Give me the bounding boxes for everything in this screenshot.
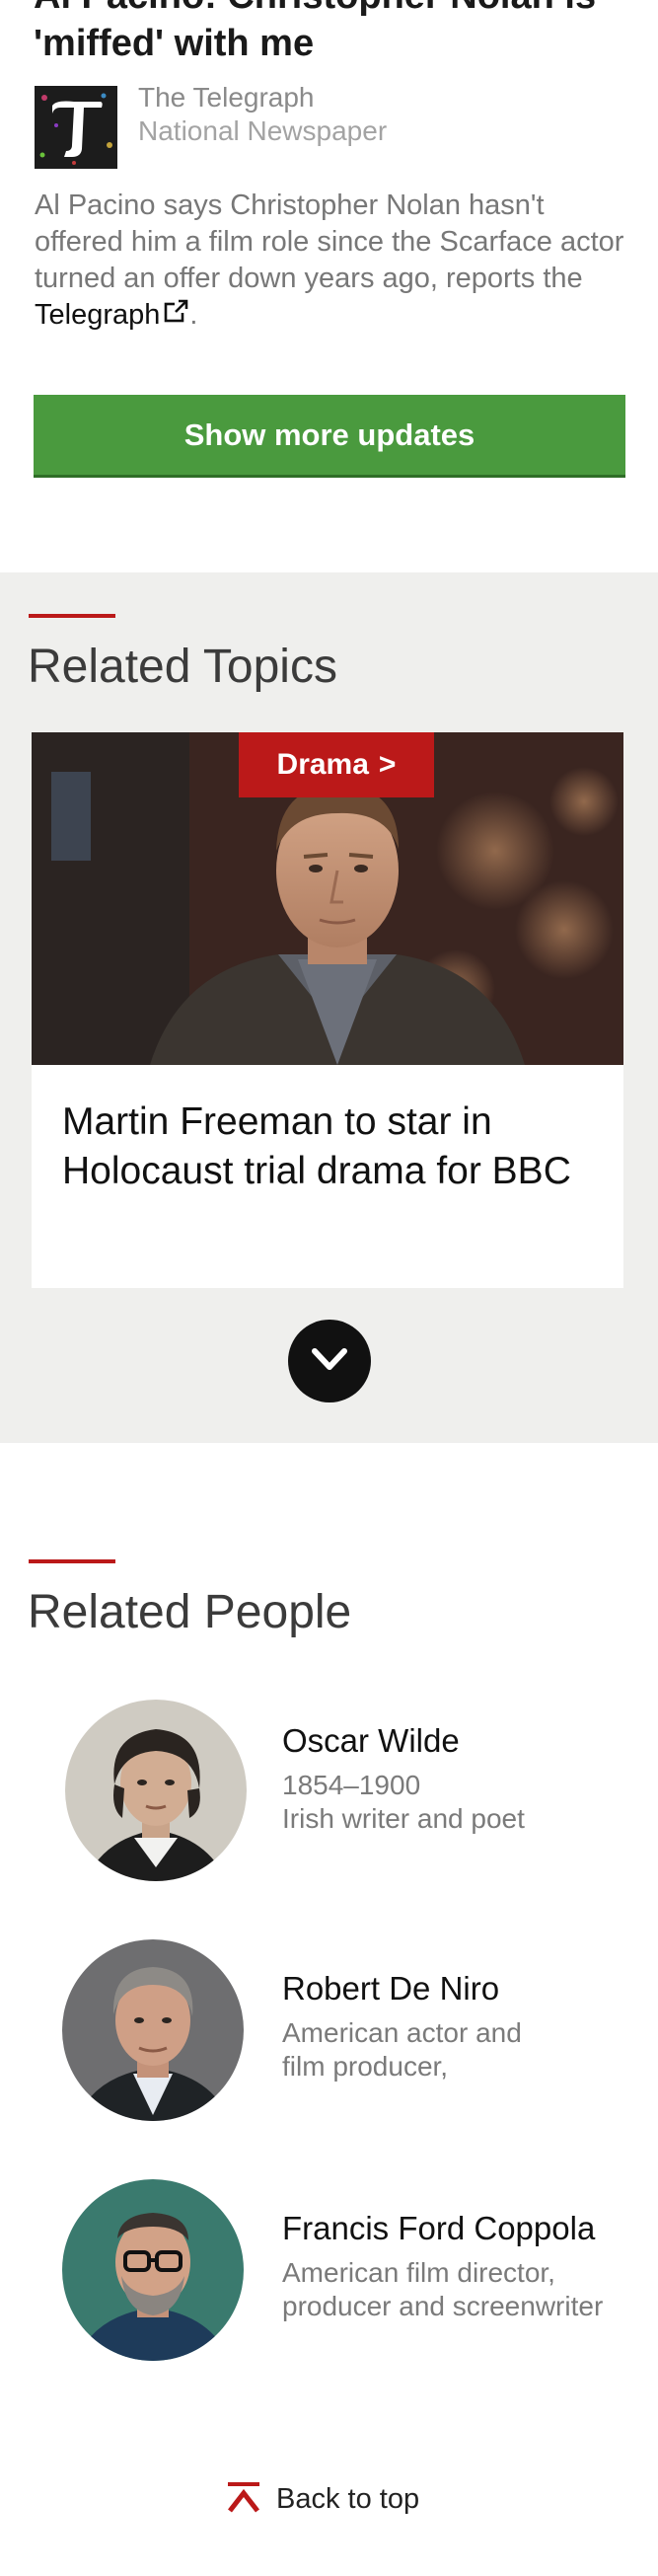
back-to-top-label: Back to top	[276, 2482, 420, 2515]
topic-headline[interactable]: Martin Freeman to star in Holocaust tria…	[62, 1098, 595, 1196]
telegraph-logo	[35, 86, 117, 169]
topic-tag-label: Drama	[276, 748, 369, 781]
summary-link-label: Telegraph	[35, 299, 161, 331]
article-title[interactable]: Al Pacino: Christopher Nolan is 'miffed'…	[34, 0, 635, 67]
summary-text: Al Pacino says Christopher Nolan hasn't …	[35, 189, 624, 294]
avatar	[65, 1700, 247, 1881]
person-name: Robert De Niro	[282, 1970, 500, 2007]
arrow-up-icon	[225, 2481, 262, 2518]
show-more-updates-button[interactable]: Show more updates	[34, 395, 625, 478]
expand-topics-button[interactable]	[288, 1320, 371, 1402]
source-name: The Telegraph	[138, 82, 315, 113]
person-name: Francis Ford Coppola	[282, 2210, 596, 2246]
person-francis-ford-coppola[interactable]: Francis Ford Coppola American film direc…	[0, 2179, 658, 2367]
back-to-top-link[interactable]: Back to top	[225, 2477, 419, 2521]
avatar	[62, 2179, 244, 2361]
related-topics-heading: Related Topics	[28, 641, 337, 693]
source-description: National Newspaper	[138, 115, 388, 146]
person-description: Irish writer and poet	[282, 1803, 525, 1834]
related-people-heading: Related People	[28, 1586, 352, 1638]
topic-image: Drama >	[32, 732, 623, 1065]
topic-tag-drama[interactable]: Drama >	[239, 732, 434, 797]
topic-card[interactable]: Drama > Martin Freeman to star in Holoca…	[32, 732, 623, 1288]
person-name: Oscar Wilde	[282, 1722, 460, 1759]
person-dates: 1854–1900	[282, 1770, 421, 1800]
chevron-right-icon: >	[378, 748, 397, 781]
chevron-down-icon	[310, 1345, 349, 1378]
summary-end: .	[189, 299, 198, 331]
person-description: American film director,	[282, 2257, 555, 2288]
person-description: American actor and	[282, 2017, 522, 2048]
section-accent-line	[29, 614, 115, 618]
avatar	[62, 1939, 244, 2121]
telegraph-external-link[interactable]: Telegraph	[35, 299, 189, 331]
person-description: producer and screenwriter	[282, 2291, 604, 2321]
article-summary: Al Pacino says Christopher Nolan hasn't …	[35, 188, 626, 334]
section-accent-line	[29, 1559, 115, 1563]
person-robert-de-niro[interactable]: Robert De Niro American actor and film p…	[0, 1939, 658, 2127]
external-link-icon	[164, 298, 189, 324]
person-description: film producer,	[282, 2051, 449, 2082]
person-oscar-wilde[interactable]: Oscar Wilde 1854–1900 Irish writer and p…	[0, 1700, 658, 1887]
